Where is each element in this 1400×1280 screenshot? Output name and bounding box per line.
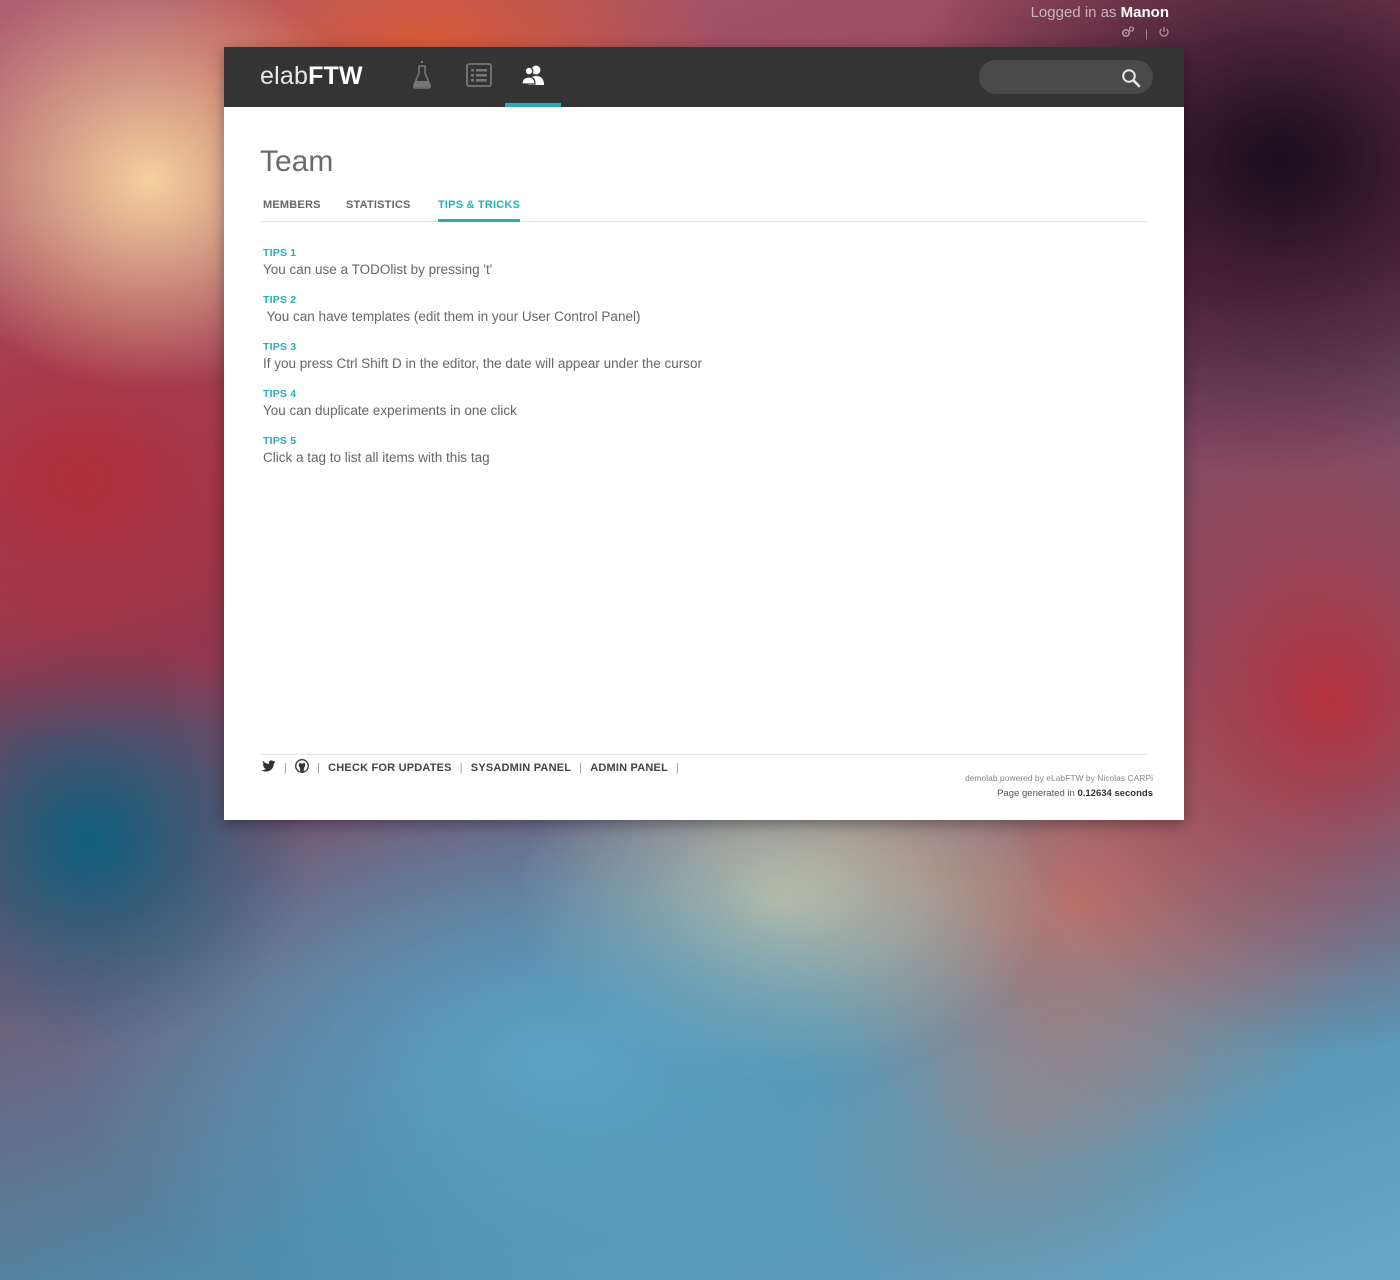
separator: | [579,761,583,774]
tab-tips-tricks[interactable]: TIPS & TRICKS [438,199,521,222]
tab-bar: MEMBERS STATISTICS TIPS & TRICKS [260,199,1148,222]
tip-title: TIPS 4 [263,388,297,400]
navbar: elabFTW [224,47,1184,107]
footer: | | CHECK FOR UPDATES | SYSADMIN PANEL |… [260,754,1153,799]
check-updates-link[interactable]: CHECK FOR UPDATES [328,762,452,774]
github-icon[interactable] [295,759,310,776]
tip-text: You can use a TODOlist by pressing 't' [263,262,493,277]
tip-title: TIPS 5 [263,435,297,447]
tip-title: TIPS 1 [263,247,297,259]
sysadmin-panel-link[interactable]: SYSADMIN PANEL [471,762,571,774]
logo-light: elab [260,62,309,90]
generation-time: Page generated in 0.12634 seconds [965,786,1153,801]
footer-meta: demolab powered by eLabFTW by Nicolas CA… [965,771,1153,801]
tab-members[interactable]: MEMBERS [263,199,321,220]
nav-database[interactable] [451,47,507,107]
tip-item: TIPS 1 You can use a TODOlist by pressin… [263,247,702,294]
tips-list: TIPS 1 You can use a TODOlist by pressin… [263,247,702,482]
separator: | [676,761,680,774]
tip-item: TIPS 5 Click a tag to list all items wit… [263,435,702,482]
search-icon[interactable] [1121,68,1141,88]
tab-statistics[interactable]: STATISTICS [346,199,411,220]
list-icon [466,62,492,92]
user-actions: | [1121,26,1170,41]
settings-icon[interactable] [1121,26,1135,41]
separator: | [317,761,321,774]
twitter-icon[interactable] [260,759,276,776]
nav-team[interactable] [505,47,561,107]
page-title: Team [260,145,334,178]
generated-label: Page generated in [997,788,1075,799]
separator: | [459,761,463,774]
generated-value: 0.12634 seconds [1077,788,1153,799]
flask-icon [411,60,433,95]
tip-text: You can duplicate experiments in one cli… [263,403,517,418]
tip-text: Click a tag to list all items with this … [263,450,490,465]
username[interactable]: Manon [1121,4,1169,21]
separator: | [1145,27,1148,40]
separator: | [284,761,288,774]
logout-icon[interactable] [1158,26,1170,41]
footer-links: | | CHECK FOR UPDATES | SYSADMIN PANEL |… [260,759,687,776]
nav-experiments[interactable] [394,47,450,107]
logo-bold: FTW [308,62,363,90]
search-box [979,60,1153,94]
logged-in-label: Logged in as [1030,4,1117,21]
tip-title: TIPS 3 [263,341,297,353]
app-window: elabFTW Team MEMBERS STATISTICS TIPS & T… [224,47,1184,820]
search-input[interactable] [993,66,1117,90]
logo[interactable]: elabFTW [260,62,363,91]
tip-item: TIPS 4 You can duplicate experiments in … [263,388,702,435]
tip-text: You can have templates (edit them in you… [263,309,641,324]
admin-panel-link[interactable]: ADMIN PANEL [590,762,668,774]
team-icon [521,64,545,91]
tip-text: If you press Ctrl Shift D in the editor,… [263,356,702,371]
powered-by-text: demolab powered by eLabFTW by Nicolas CA… [964,773,1153,783]
user-greeting: Logged in as Manon [1031,4,1169,21]
tip-title: TIPS 2 [263,294,297,306]
tip-item: TIPS 2 You can have templates (edit them… [263,294,702,341]
tip-item: TIPS 3 If you press Ctrl Shift D in the … [263,341,702,388]
